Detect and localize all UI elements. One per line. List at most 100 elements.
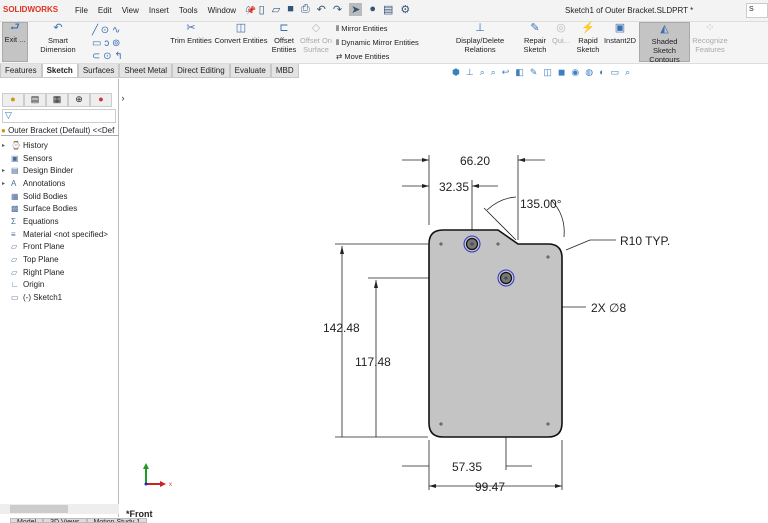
print-icon[interactable]: ⎙ bbox=[301, 3, 310, 16]
configuration-manager-tab-icon[interactable]: ▦ bbox=[46, 93, 68, 107]
scene-icon[interactable]: ◐ bbox=[599, 67, 604, 78]
smart-dimension-button[interactable]: ↶ Smart Dimension bbox=[30, 23, 86, 55]
offset-entities-button[interactable]: ⊏ Offset Entities bbox=[270, 23, 298, 55]
render-icon[interactable]: ⌕ bbox=[625, 67, 630, 78]
feature-manager-tab-icon[interactable]: ● bbox=[2, 93, 24, 107]
tree-item[interactable]: ▸ ⌚ History bbox=[2, 139, 108, 152]
file-properties-icon[interactable]: ▤ bbox=[383, 3, 393, 16]
tree-item[interactable]: ∟ Origin bbox=[2, 279, 108, 292]
mirror-label: Mirror Entities bbox=[341, 24, 388, 33]
tree-item[interactable]: ▸ ▤ Design Binder bbox=[2, 164, 108, 177]
recognize-features-button[interactable]: ⁘ Recognize Features bbox=[692, 23, 728, 55]
tab-direct-editing[interactable]: Direct Editing bbox=[172, 64, 230, 78]
rebuild-icon[interactable]: ● bbox=[369, 3, 376, 16]
tree-filter[interactable]: ▽ bbox=[2, 109, 116, 123]
display-manager-tab-icon[interactable]: ● bbox=[90, 93, 112, 107]
tree-item[interactable]: ≡ Material <not specified> bbox=[2, 228, 108, 241]
graphics-area[interactable]: 66.20 32.35 135.00° R10 TYP. 2X ∅8 142.4… bbox=[120, 79, 768, 523]
appearance-icon[interactable]: ◍ bbox=[585, 67, 593, 78]
view-settings-icon[interactable]: ▭ bbox=[611, 67, 620, 78]
dim-117-48[interactable]: 117.48 bbox=[355, 355, 391, 369]
menu-file[interactable]: File bbox=[75, 6, 88, 15]
tree-item[interactable]: Σ Equations bbox=[2, 215, 108, 228]
dim-32-35[interactable]: 32.35 bbox=[439, 180, 469, 194]
tree-item[interactable]: ▱ Front Plane bbox=[2, 241, 108, 254]
rapid-sketch-button[interactable]: ⚡ Rapid Sketch bbox=[575, 23, 601, 55]
horizontal-scrollbar[interactable] bbox=[0, 504, 119, 514]
dim-angle[interactable]: 135.00° bbox=[520, 197, 562, 211]
zoom-fit-icon[interactable]: ⌕ bbox=[480, 67, 485, 78]
select-icon[interactable]: ➤ bbox=[349, 3, 363, 16]
convert-entities-button[interactable]: ◫ Convert Entities bbox=[214, 23, 268, 46]
view-orientation-menu-icon[interactable]: ◫ bbox=[543, 67, 552, 78]
menu-window[interactable]: Window bbox=[208, 6, 236, 15]
tab-sheet-metal[interactable]: Sheet Metal bbox=[119, 64, 173, 78]
dynamic-annotation-icon[interactable]: ✎ bbox=[530, 67, 538, 78]
offset-on-surface-button[interactable]: ◇ Offset On Surface bbox=[300, 23, 332, 55]
tree-item-icon: ⌚ bbox=[11, 140, 21, 150]
home-icon[interactable]: ⌂ bbox=[245, 3, 252, 16]
menu-edit[interactable]: Edit bbox=[98, 6, 112, 15]
view-orientation-icon[interactable]: ⬢ bbox=[452, 67, 460, 78]
expand-arrow-icon[interactable]: ▸ bbox=[2, 167, 11, 174]
shaded-sketch-contours-button[interactable]: ◭ Shaded Sketch Contours bbox=[639, 22, 690, 64]
display-style-icon[interactable]: ◼ bbox=[558, 67, 565, 78]
tree-item[interactable]: ▱ Top Plane bbox=[2, 253, 108, 266]
tree-item[interactable]: ▣ Sensors bbox=[2, 152, 108, 165]
expand-arrow-icon[interactable]: ▸ bbox=[2, 142, 11, 149]
save-icon[interactable]: ■ bbox=[287, 3, 294, 16]
menu-tools[interactable]: Tools bbox=[179, 6, 198, 15]
tree-item[interactable]: ▱ Right Plane bbox=[2, 266, 108, 279]
sketch-tools-grid[interactable]: ╱ ⊙ ∿ ▭ ↄ ⊚ ⊂ ⊙ ↰ bbox=[92, 24, 123, 63]
tree-item[interactable]: ▭ (-) Sketch1 bbox=[2, 291, 108, 304]
section-view-icon[interactable]: ◧ bbox=[515, 67, 524, 78]
dim-66-20[interactable]: 66.20 bbox=[460, 154, 490, 168]
dim-99-47[interactable]: 99.47 bbox=[475, 480, 505, 494]
dim-57-35[interactable]: 57.35 bbox=[452, 460, 482, 474]
dynamic-mirror-button[interactable]: ⫴ Dynamic Mirror Entities bbox=[336, 38, 419, 48]
origin-icon[interactable]: ⊥ bbox=[466, 67, 474, 78]
tree-item-label: Material <not specified> bbox=[23, 229, 108, 239]
dimxpert-tab-icon[interactable]: ⊕ bbox=[68, 93, 90, 107]
tree-item-icon: A bbox=[11, 178, 17, 188]
dim-142-48[interactable]: 142.48 bbox=[323, 321, 360, 335]
move-entities-button[interactable]: ⇄ Move Entities bbox=[336, 52, 389, 61]
tab-surfaces[interactable]: Surfaces bbox=[77, 64, 120, 78]
menu-view[interactable]: View bbox=[122, 6, 139, 15]
tab-features[interactable]: Features bbox=[0, 64, 42, 78]
hide-show-icon[interactable]: ◉ bbox=[571, 67, 579, 78]
tree-item[interactable]: ▦ Solid Bodies bbox=[2, 190, 108, 203]
note-radius[interactable]: R10 TYP. bbox=[620, 234, 670, 248]
feature-manager-panel: ● ▤ ▦ ⊕ ● › ▽ ● Outer Bracket (Default) … bbox=[0, 79, 125, 517]
tab-evaluate[interactable]: Evaluate bbox=[229, 64, 271, 78]
tree-item[interactable]: ▩ Surface Bodies bbox=[2, 202, 108, 215]
search-box[interactable]: S bbox=[746, 3, 768, 18]
instant2d-button[interactable]: ▣ Instant2D bbox=[603, 23, 637, 46]
note-holes[interactable]: 2X ∅8 bbox=[591, 301, 626, 315]
tree-item-label: History bbox=[23, 140, 48, 150]
exit-sketch-button[interactable]: ⮐ Exit ... bbox=[2, 22, 28, 62]
tab-mbd[interactable]: MBD bbox=[270, 64, 299, 78]
scrollbar-thumb[interactable] bbox=[10, 505, 68, 513]
mirror-entities-button[interactable]: ⫴ Mirror Entities bbox=[336, 24, 388, 34]
open-icon[interactable]: ▱ bbox=[272, 3, 280, 16]
repair-sketch-button[interactable]: ✎ Repair Sketch bbox=[522, 22, 548, 55]
previous-view-icon[interactable]: ↩ bbox=[502, 67, 510, 78]
undo-icon[interactable]: ↶ bbox=[317, 3, 326, 16]
redo-icon[interactable]: ↷ bbox=[333, 3, 342, 16]
options-gear-icon[interactable]: ⚙ bbox=[400, 3, 410, 16]
display-delete-relations-button[interactable]: ⊥ Display/Delete Relations bbox=[440, 23, 520, 55]
expand-arrow-icon[interactable]: ▸ bbox=[2, 180, 11, 187]
tree-root-part[interactable]: ● Outer Bracket (Default) <<Def bbox=[1, 126, 119, 136]
trim-entities-button[interactable]: ✂ Trim Entities bbox=[170, 23, 212, 46]
tree-item[interactable]: ▸ A Annotations bbox=[2, 177, 108, 190]
tab-model[interactable]: Model bbox=[10, 518, 44, 523]
quick-snaps-button[interactable]: ◎ Qui... bbox=[551, 23, 571, 46]
tab-sketch[interactable]: Sketch bbox=[41, 64, 78, 78]
property-manager-tab-icon[interactable]: ▤ bbox=[24, 93, 46, 107]
new-icon[interactable]: ▯ bbox=[259, 3, 265, 16]
zoom-area-icon[interactable]: ⌕ bbox=[491, 67, 496, 78]
menu-insert[interactable]: Insert bbox=[149, 6, 169, 15]
tab-3d-views[interactable]: 3D Views bbox=[43, 518, 87, 523]
repair-icon: ✎ bbox=[530, 22, 540, 34]
